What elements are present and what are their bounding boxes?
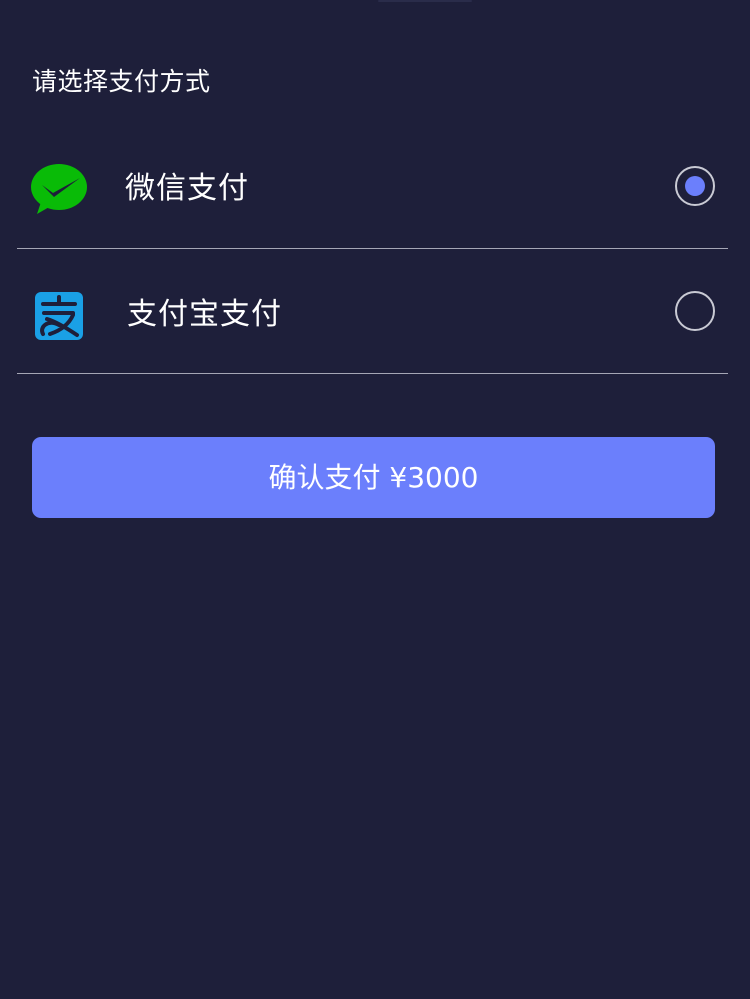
alipay-radio[interactable] bbox=[675, 291, 715, 331]
top-handle bbox=[378, 0, 472, 2]
wechat-pay-radio[interactable] bbox=[675, 166, 715, 206]
alipay-icon bbox=[35, 292, 83, 340]
payment-option-alipay[interactable]: 支付宝支付 bbox=[17, 249, 728, 374]
page-title: 请选择支付方式 bbox=[32, 67, 211, 96]
radio-selected-dot bbox=[685, 176, 705, 196]
wechat-pay-label: 微信支付 bbox=[125, 171, 249, 206]
confirm-payment-button[interactable]: 确认支付 ¥3000 bbox=[32, 437, 715, 518]
payment-option-wechat[interactable]: 微信支付 bbox=[17, 124, 728, 249]
alipay-label: 支付宝支付 bbox=[127, 297, 282, 332]
wechat-pay-icon bbox=[31, 164, 87, 214]
